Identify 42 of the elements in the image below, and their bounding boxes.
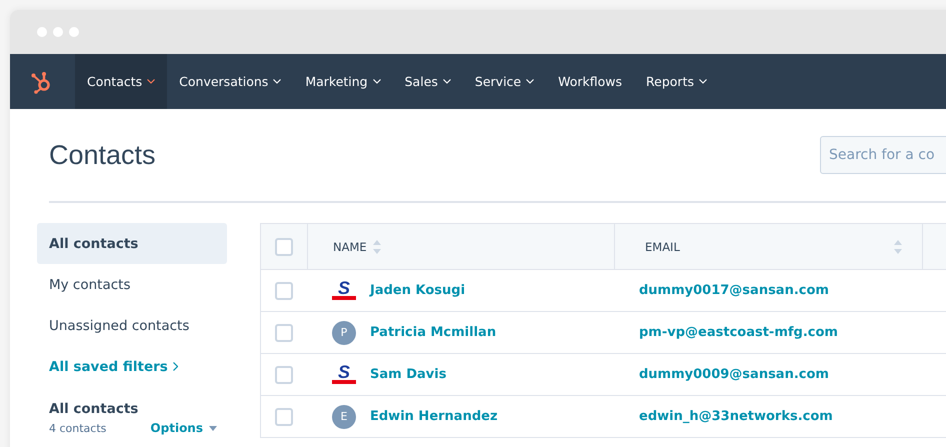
email-link[interactable]: pm-vp@eastcoast-mfg.com xyxy=(639,325,838,340)
avatar: P xyxy=(332,320,356,344)
window-dot-icon xyxy=(37,27,47,37)
email-link[interactable]: dummy0009@sansan.com xyxy=(639,367,829,382)
options-dropdown[interactable]: Options xyxy=(150,421,217,435)
contact-name-link[interactable]: Sam Davis xyxy=(370,367,446,382)
email-link[interactable]: edwin_h@33networks.com xyxy=(639,409,833,424)
view-title: All contacts xyxy=(48,400,140,417)
row-checkbox[interactable] xyxy=(275,324,293,342)
row-checkbox[interactable] xyxy=(275,408,293,426)
sort-icon[interactable] xyxy=(372,240,381,254)
company-logo: S xyxy=(332,365,356,384)
select-all-checkbox[interactable] xyxy=(275,238,293,256)
search-field[interactable]: Search for a co xyxy=(820,136,946,174)
row-checkbox[interactable] xyxy=(275,366,293,384)
company-logo: S xyxy=(332,281,356,300)
column-header[interactable]: EMAIL xyxy=(645,240,680,254)
nav-menu-item[interactable]: Contacts xyxy=(75,54,168,109)
nav-menu-item[interactable]: Marketing xyxy=(293,54,393,109)
saved-filters-link[interactable]: All saved filters xyxy=(37,346,178,387)
row-checkbox[interactable] xyxy=(275,282,293,300)
nav-menu-item[interactable]: Sales xyxy=(392,54,463,109)
nav-menu-item[interactable]: Conversations xyxy=(167,54,294,109)
column-header[interactable]: NAME xyxy=(333,240,367,254)
caret-icon xyxy=(209,426,217,430)
window-dot-icon xyxy=(53,27,63,37)
page-title: Contacts xyxy=(49,140,156,170)
avatar: E xyxy=(332,404,356,428)
contact-name-link[interactable]: Jaden Kosugi xyxy=(370,283,466,298)
contact-name-link[interactable]: Edwin Hernandez xyxy=(370,409,498,424)
sort-icon[interactable] xyxy=(894,240,902,254)
contact-name-link[interactable]: Patricia Mcmillan xyxy=(370,325,496,340)
chevron-icon xyxy=(172,362,178,371)
nav-menu-item[interactable]: Reports xyxy=(634,54,719,109)
contact-count: 4 contacts xyxy=(49,422,106,434)
sidebar-item[interactable]: All contacts xyxy=(37,223,227,264)
nav-menu-item[interactable]: Service xyxy=(462,54,546,109)
window-dot-icon xyxy=(69,27,79,37)
sidebar-item[interactable]: Unassigned contacts xyxy=(37,305,227,346)
nav-menu-item[interactable]: Workflows xyxy=(546,54,634,109)
email-link[interactable]: dummy0017@sansan.com xyxy=(639,283,829,298)
sidebar-item[interactable]: My contacts xyxy=(37,264,227,305)
